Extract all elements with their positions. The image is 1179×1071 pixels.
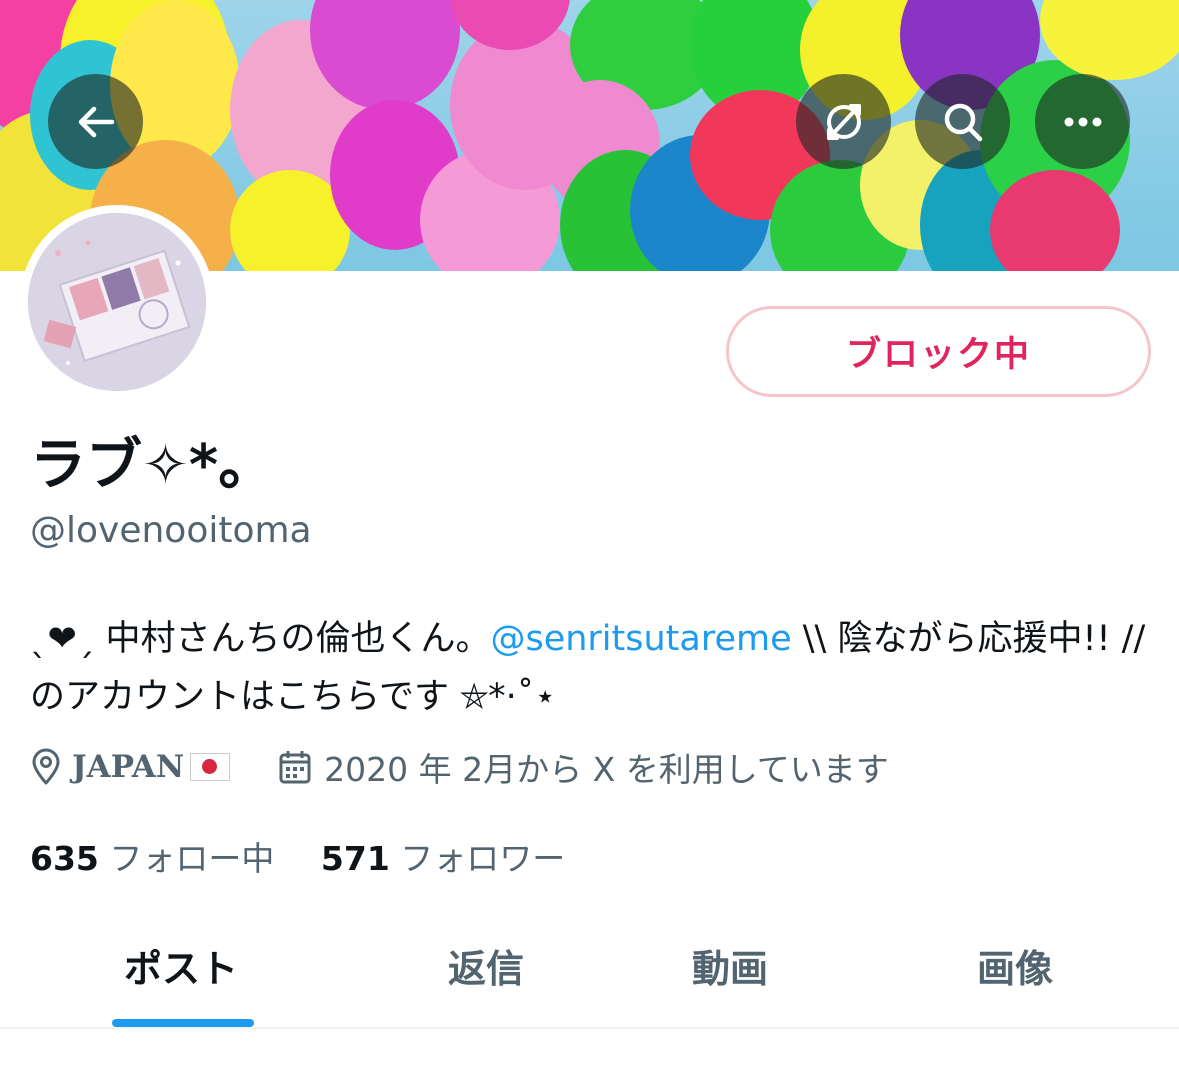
bio-text: ˎ❤ˏ 中村さんちの倫也くん。 — [30, 619, 491, 659]
search-icon — [944, 103, 982, 141]
calendar-icon — [279, 751, 311, 784]
more-button[interactable] — [1035, 74, 1130, 169]
location-pin-icon — [32, 748, 60, 785]
back-button[interactable] — [48, 74, 143, 169]
follow-stats: 635 フォロー中 571 フォロワー — [30, 832, 565, 880]
tab-replies[interactable]: 返信 — [448, 938, 524, 993]
bio-mention-link[interactable]: @senritsutareme — [490, 619, 791, 659]
followers-label: フォロワー — [400, 839, 566, 878]
search-button[interactable] — [915, 74, 1010, 169]
avatar[interactable] — [28, 213, 206, 391]
following-link[interactable]: 635 フォロー中 — [30, 839, 274, 878]
followers-link[interactable]: 571 フォロワー — [321, 839, 565, 878]
following-count: 635 — [30, 839, 99, 878]
japan-flag-icon — [190, 753, 231, 781]
following-label: フォロー中 — [109, 839, 275, 878]
profile-meta: JAPAN 2020 年 2月から X を利用しています — [30, 745, 889, 789]
location-text: JAPAN — [72, 749, 185, 785]
profile-bio: ˎ❤ˏ 中村さんちの倫也くん。@senritsutareme \\ 陰ながら応援… — [30, 610, 1155, 726]
tabs-divider — [0, 1027, 1179, 1029]
tab-videos[interactable]: 動画 — [692, 938, 768, 993]
translate-button[interactable] — [796, 74, 891, 169]
active-tab-indicator — [112, 1019, 254, 1027]
joined-date: 2020 年 2月から X を利用しています — [324, 750, 889, 789]
avatar-image — [28, 213, 206, 391]
tab-images[interactable]: 画像 — [977, 938, 1053, 993]
tab-posts[interactable]: ポスト — [124, 938, 238, 993]
blocking-button[interactable]: ブロック中 — [726, 306, 1151, 397]
followers-count: 571 — [320, 839, 390, 878]
more-icon — [1064, 117, 1101, 126]
arrow-left-icon — [78, 106, 114, 137]
translate-icon — [826, 103, 861, 140]
display-name: ラブ✧*。 — [30, 433, 275, 498]
username-handle: @lovenooitoma — [30, 510, 312, 551]
